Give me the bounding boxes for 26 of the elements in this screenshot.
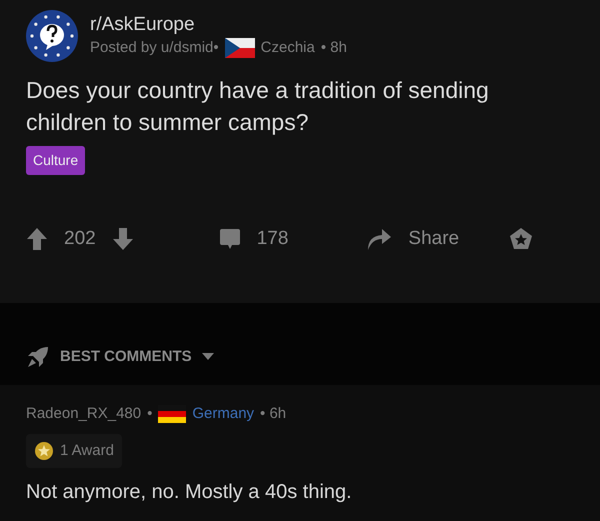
comment-bubble-icon	[218, 228, 241, 250]
award-icon[interactable]	[509, 227, 534, 252]
post-flair[interactable]: Culture	[26, 146, 86, 175]
downvote-icon[interactable]	[112, 227, 134, 252]
comment-time: • 6h	[260, 404, 286, 424]
separator-dot: •	[147, 404, 152, 424]
vote-score: 202	[64, 227, 96, 251]
comment-body: Not anymore, no. Mostly a 40s thing.	[26, 480, 353, 505]
user-flair: Germany	[192, 404, 254, 424]
user-flair: Czechia	[260, 38, 315, 58]
comment-author[interactable]: Radeon_RX_480	[26, 403, 142, 426]
comments-button[interactable]: 178	[218, 225, 288, 254]
upvote-icon[interactable]	[26, 227, 48, 252]
czech-flag-icon	[224, 38, 255, 58]
medal-icon	[34, 440, 54, 461]
post-title: Does your country have a tradition of sending children to summer camps?	[26, 76, 490, 137]
post-author: Posted by u/dsmid•	[90, 38, 219, 58]
share-button[interactable]: Share	[366, 225, 460, 254]
post-time: • 8h	[320, 38, 347, 58]
award-badge[interactable]: 1 Award	[26, 434, 122, 468]
share-arrow-icon	[366, 227, 392, 252]
sort-dropdown[interactable]: BEST COMMENTS	[26, 345, 214, 369]
caret-icon	[202, 353, 214, 361]
subreddit-name[interactable]: r/AskEurope	[90, 13, 347, 37]
subreddit-avatar-icon[interactable]	[26, 10, 78, 62]
rocket-icon	[26, 345, 50, 369]
